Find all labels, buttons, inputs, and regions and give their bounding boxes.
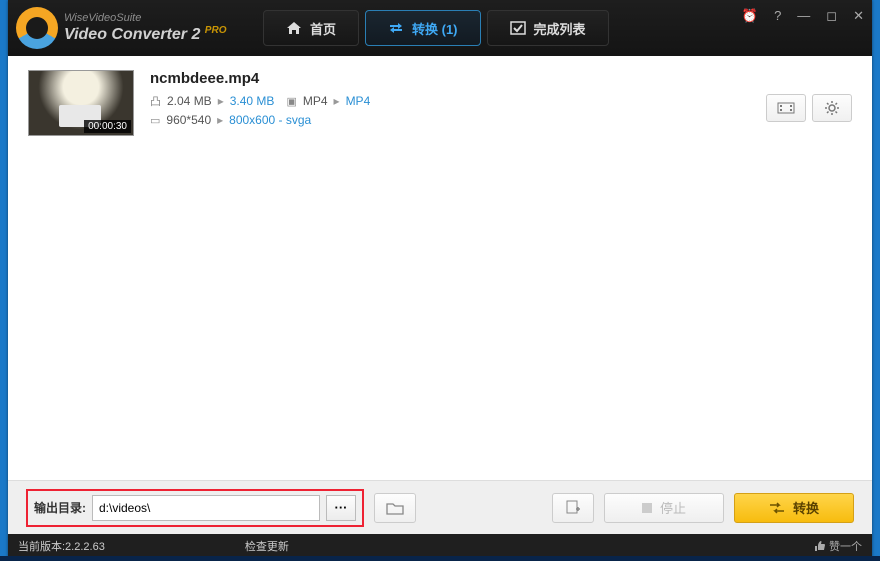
stop-icon (642, 503, 652, 513)
bottom-bar: 输出目录: d:\videos\ ··· 停止 转换 (8, 480, 872, 534)
tab-home-label: 首页 (310, 19, 336, 38)
add-file-icon (565, 500, 581, 516)
video-filename: ncmbdeee.mp4 (150, 70, 750, 87)
video-duration: 00:00:30 (84, 120, 131, 133)
edit-video-button[interactable] (766, 94, 806, 122)
content-area: 00:00:30 ncmbdeee.mp4 凸 2.04 MB ▸ 3.40 M… (8, 56, 872, 480)
brand-line1: WiseVideoSuite (64, 12, 226, 25)
brand-line2: Video Converter 2 PRO (64, 25, 226, 44)
version-text: 当前版本:2.2.2.63 (18, 538, 105, 554)
settings-button[interactable] (812, 94, 852, 122)
checklist-icon (510, 21, 526, 35)
main-tabs: 首页 转换 (1) 完成列表 (263, 10, 609, 46)
item-buttons (766, 94, 852, 122)
browse-button[interactable]: ··· (326, 495, 356, 521)
convert-icon (388, 21, 404, 35)
output-dir-input[interactable]: d:\videos\ (92, 495, 320, 521)
help-icon[interactable]: ? (774, 8, 781, 24)
format-icon: ▣ (286, 95, 296, 108)
home-icon (286, 21, 302, 35)
tab-convert[interactable]: 转换 (1) (365, 10, 481, 46)
like-label: 赞一个 (829, 538, 862, 554)
resolution-out: 800x600 - svga (229, 113, 311, 127)
resolution-in: 960*540 (166, 113, 211, 127)
check-update-link[interactable]: 检查更新 (245, 538, 289, 554)
video-thumbnail[interactable]: 00:00:30 (28, 70, 134, 136)
logo-area: WiseVideoSuite Video Converter 2 PRO (8, 7, 253, 49)
status-bar: 当前版本:2.2.2.63 检查更新 赞一个 (8, 534, 872, 558)
convert-button-label: 转换 (793, 498, 819, 517)
stop-button-label: 停止 (660, 498, 686, 517)
alarm-icon[interactable]: ⏰ (742, 8, 758, 24)
tab-done[interactable]: 完成列表 (487, 10, 609, 46)
film-icon (777, 101, 795, 115)
stop-button[interactable]: 停止 (604, 493, 724, 523)
thumbs-up-icon (813, 540, 825, 552)
close-icon[interactable]: ✕ (853, 8, 864, 24)
brand-text: WiseVideoSuite Video Converter 2 PRO (64, 12, 226, 44)
add-file-button[interactable] (552, 493, 594, 523)
video-meta: ncmbdeee.mp4 凸 2.04 MB ▸ 3.40 MB ▣ MP4 ▸… (150, 70, 750, 131)
convert-button[interactable]: 转换 (734, 493, 854, 523)
minimize-icon[interactable]: — (797, 8, 810, 24)
maximize-icon[interactable]: ◻ (826, 8, 837, 24)
desktop-taskbar (0, 556, 880, 561)
tab-done-label: 完成列表 (534, 19, 586, 38)
output-dir-box: 输出目录: d:\videos\ ··· (26, 489, 364, 527)
arrow-icon: ▸ (218, 94, 224, 108)
resolution-icon: ▭ (150, 114, 160, 127)
window-controls: ⏰ ? — ◻ ✕ (742, 8, 864, 24)
format-in: MP4 (303, 94, 328, 108)
folder-icon (386, 501, 404, 515)
tab-convert-label: 转换 (1) (412, 19, 458, 38)
gear-icon (824, 100, 840, 116)
size-icon: 凸 (150, 93, 161, 109)
app-logo-icon (16, 7, 58, 49)
size-out: 3.40 MB (230, 94, 275, 108)
format-out: MP4 (346, 94, 371, 108)
open-folder-button[interactable] (374, 493, 416, 523)
tab-home[interactable]: 首页 (263, 10, 359, 46)
convert-arrows-icon (769, 502, 785, 514)
like-button[interactable]: 赞一个 (813, 538, 862, 554)
output-dir-label: 输出目录: (34, 499, 86, 516)
size-in: 2.04 MB (167, 94, 212, 108)
arrow-icon: ▸ (334, 94, 340, 108)
titlebar: WiseVideoSuite Video Converter 2 PRO 首页 … (8, 0, 872, 56)
arrow-icon: ▸ (217, 113, 223, 127)
video-item: 00:00:30 ncmbdeee.mp4 凸 2.04 MB ▸ 3.40 M… (28, 70, 852, 136)
